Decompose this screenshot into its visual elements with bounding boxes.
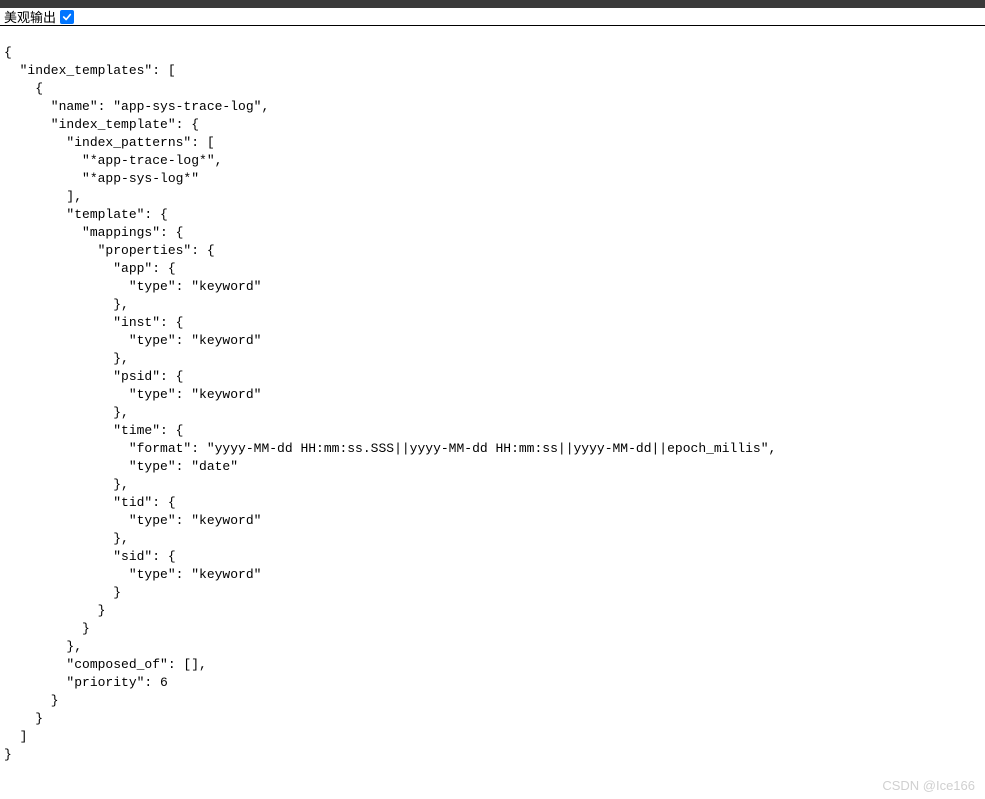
header-row: 美观输出: [0, 8, 985, 26]
pretty-output-label: 美观输出: [4, 7, 56, 26]
watermark: CSDN @Ice166: [882, 778, 975, 793]
json-output: { "index_templates": [ { "name": "app-sy…: [0, 26, 985, 768]
top-bar: [0, 0, 985, 8]
checkmark-icon: [62, 12, 72, 22]
pretty-output-checkbox[interactable]: [60, 10, 74, 24]
